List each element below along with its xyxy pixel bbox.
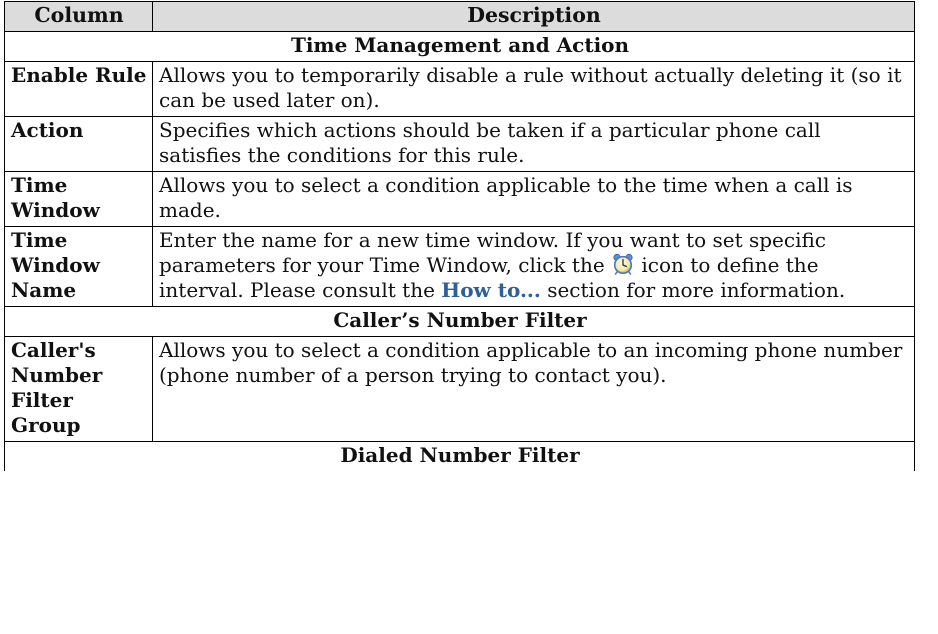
description-header: Description xyxy=(152,1,915,32)
section-row: Time Management and Action xyxy=(4,31,915,62)
table-header-row: Column Description xyxy=(4,1,915,32)
section-caller-filter: Caller’s Number Filter xyxy=(4,306,915,337)
how-to-link[interactable]: How to... xyxy=(441,278,541,302)
field-desc-enable-rule: Allows you to temporarily disable a rule… xyxy=(152,61,915,117)
field-name-time-window-name: Time Window Name xyxy=(4,226,153,307)
field-name-time-window: Time Window xyxy=(4,171,153,227)
section-row: Dialed Number Filter xyxy=(4,441,915,471)
alarm-clock-icon xyxy=(612,253,634,275)
section-time-management: Time Management and Action xyxy=(4,31,915,62)
field-desc-action: Specifies which actions should be taken … xyxy=(152,116,915,172)
field-name-caller-group: Caller's Number Filter Group xyxy=(4,336,153,442)
field-desc-time-window: Allows you to select a condition applica… xyxy=(152,171,915,227)
section-row: Caller’s Number Filter xyxy=(4,306,915,337)
table-row: Time Window Name Enter the name for a ne… xyxy=(4,226,915,307)
table-row: Action Specifies which actions should be… xyxy=(4,116,915,172)
table-row: Time Window Allows you to select a condi… xyxy=(4,171,915,227)
section-dialed-filter: Dialed Number Filter xyxy=(4,441,915,471)
field-desc-time-window-name: Enter the name for a new time window. If… xyxy=(152,226,915,307)
field-desc-caller-group: Allows you to select a condition applica… xyxy=(152,336,915,442)
field-name-enable-rule: Enable Rule xyxy=(4,61,153,117)
table-row: Caller's Number Filter Group Allows you … xyxy=(4,336,915,442)
field-name-action: Action xyxy=(4,116,153,172)
rules-description-table: Column Description Time Management and A… xyxy=(4,1,915,471)
desc-text-part3: section for more information. xyxy=(547,278,846,302)
column-header: Column xyxy=(4,1,153,32)
table-row: Enable Rule Allows you to temporarily di… xyxy=(4,61,915,117)
